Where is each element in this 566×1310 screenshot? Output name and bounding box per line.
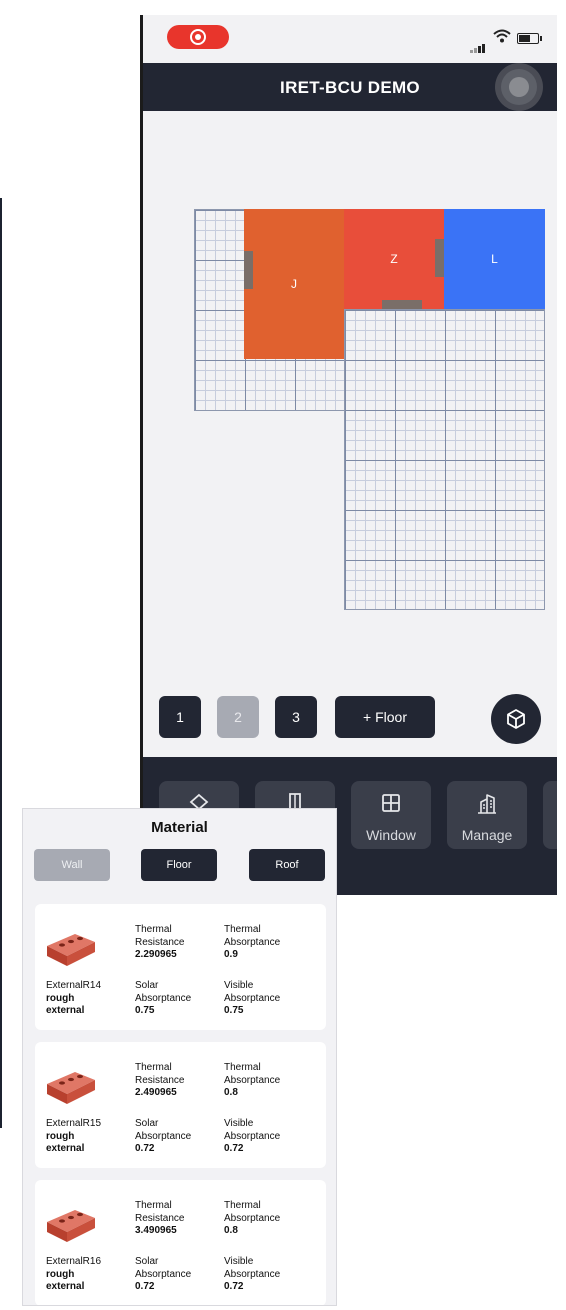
solar-absorptance-value: 0.72 <box>135 1281 155 1292</box>
brick-icon <box>47 934 95 966</box>
material-name-line: ExternalR16 <box>46 1256 102 1267</box>
building-icon <box>478 794 496 814</box>
thermal-resistance-value: 2.290965 <box>135 949 177 960</box>
floor-3-button[interactable]: 3 <box>275 696 317 738</box>
thermal-resistance-value: 2.490965 <box>135 1087 177 1098</box>
room-j[interactable]: J <box>244 209 344 359</box>
solar-absorptance: Solar Absorptance 0.72 <box>135 1256 192 1292</box>
add-floor-button[interactable]: + Floor <box>335 696 435 738</box>
panel-title: Material <box>151 819 208 836</box>
more-tool-button[interactable] <box>543 781 557 849</box>
thermal-absorptance: Thermal Absorptance 0.8 <box>224 1062 281 1098</box>
material-name-line: rough <box>46 1268 75 1280</box>
thermal-resistance: Thermal Resistance 3.490965 <box>135 1200 185 1236</box>
visible-absorptance-value: 0.72 <box>224 1143 244 1154</box>
floor-plan-canvas[interactable]: J Z L <box>143 111 557 681</box>
tool-label: Window <box>366 827 416 843</box>
thermal-resistance: Thermal Resistance 2.290965 <box>135 924 185 960</box>
material-name-line: external <box>46 1143 85 1154</box>
battery-icon <box>517 33 542 44</box>
material-name: ExternalR16 rough external <box>46 1256 101 1294</box>
3d-view-button[interactable] <box>491 694 541 744</box>
assistive-touch-button[interactable] <box>501 69 537 105</box>
room-z[interactable]: Z <box>344 209 444 309</box>
tab-floor[interactable]: Floor <box>141 849 217 881</box>
material-name-line: external <box>46 1005 85 1016</box>
visible-absorptance-value: 0.75 <box>224 1005 244 1016</box>
solar-absorptance-value: 0.75 <box>135 1005 155 1016</box>
screen-recording-indicator[interactable] <box>167 25 229 49</box>
visible-absorptance: Visible Absorptance 0.75 <box>224 980 281 1016</box>
visible-absorptance: Visible Absorptance 0.72 <box>224 1118 281 1154</box>
brick-icon <box>47 1072 95 1104</box>
left-edge-divider <box>0 198 2 1128</box>
material-name: ExternalR14 rough external <box>46 980 101 1018</box>
visible-absorptance-value: 0.72 <box>224 1281 244 1292</box>
thermal-resistance-value: 3.490965 <box>135 1225 177 1236</box>
solar-absorptance: Solar Absorptance 0.75 <box>135 980 192 1016</box>
thermal-resistance: Thermal Resistance 2.490965 <box>135 1062 185 1098</box>
manage-tool-button[interactable]: Manage <box>447 781 527 849</box>
material-card[interactable]: ExternalR16 rough external Thermal Resist… <box>35 1180 326 1305</box>
material-name: ExternalR15 rough external <box>46 1118 101 1156</box>
door-marker[interactable] <box>382 300 422 309</box>
material-name-line: ExternalR15 <box>46 1118 102 1129</box>
solar-absorptance-value: 0.72 <box>135 1143 155 1154</box>
thermal-absorptance-value: 0.8 <box>224 1087 238 1098</box>
room-label: J <box>291 277 297 291</box>
material-name-line: rough <box>46 992 75 1004</box>
window-icon <box>382 794 400 812</box>
room-label: L <box>491 252 498 266</box>
thermal-absorptance-value: 0.9 <box>224 949 238 960</box>
thermal-absorptance: Thermal Absorptance 0.9 <box>224 924 281 960</box>
solar-absorptance: Solar Absorptance 0.72 <box>135 1118 192 1154</box>
tab-wall[interactable]: Wall <box>34 849 110 881</box>
floor-2-button[interactable]: 2 <box>217 696 259 738</box>
plan-grid-right <box>344 309 545 610</box>
room-label: Z <box>390 252 398 266</box>
material-card[interactable]: ExternalR15 rough external Thermal Resist… <box>35 1042 326 1168</box>
material-card[interactable]: ExternalR14 rough external Thermal Resist… <box>35 904 326 1030</box>
material-name-line: external <box>46 1281 85 1292</box>
app-title: IRET-BCU DEMO <box>280 78 420 97</box>
door-marker[interactable] <box>244 251 253 289</box>
material-name-line: ExternalR14 <box>46 980 102 991</box>
tool-label: Manage <box>461 827 513 843</box>
door-marker[interactable] <box>435 239 444 277</box>
cube-icon <box>507 709 525 729</box>
floor-1-button[interactable]: 1 <box>159 696 201 738</box>
cellular-signal-icon <box>470 35 486 53</box>
thermal-absorptance-value: 0.8 <box>224 1225 238 1236</box>
tab-roof[interactable]: Roof <box>249 849 325 881</box>
wifi-icon <box>493 29 511 43</box>
window-tool-button[interactable]: Window <box>351 781 431 849</box>
phone-screen: IRET-BCU DEMO J Z L 1 2 3 + Floor Window… <box>140 15 557 895</box>
material-name-line: rough <box>46 1130 75 1142</box>
material-panel: Material Wall Floor Roof ExternalR14 rou… <box>22 808 337 1306</box>
app-header: IRET-BCU DEMO <box>143 63 557 111</box>
visible-absorptance: Visible Absorptance 0.72 <box>224 1256 281 1292</box>
room-l[interactable]: L <box>444 209 545 309</box>
brick-icon <box>47 1210 95 1242</box>
thermal-absorptance: Thermal Absorptance 0.8 <box>224 1200 281 1236</box>
status-bar <box>143 15 557 63</box>
